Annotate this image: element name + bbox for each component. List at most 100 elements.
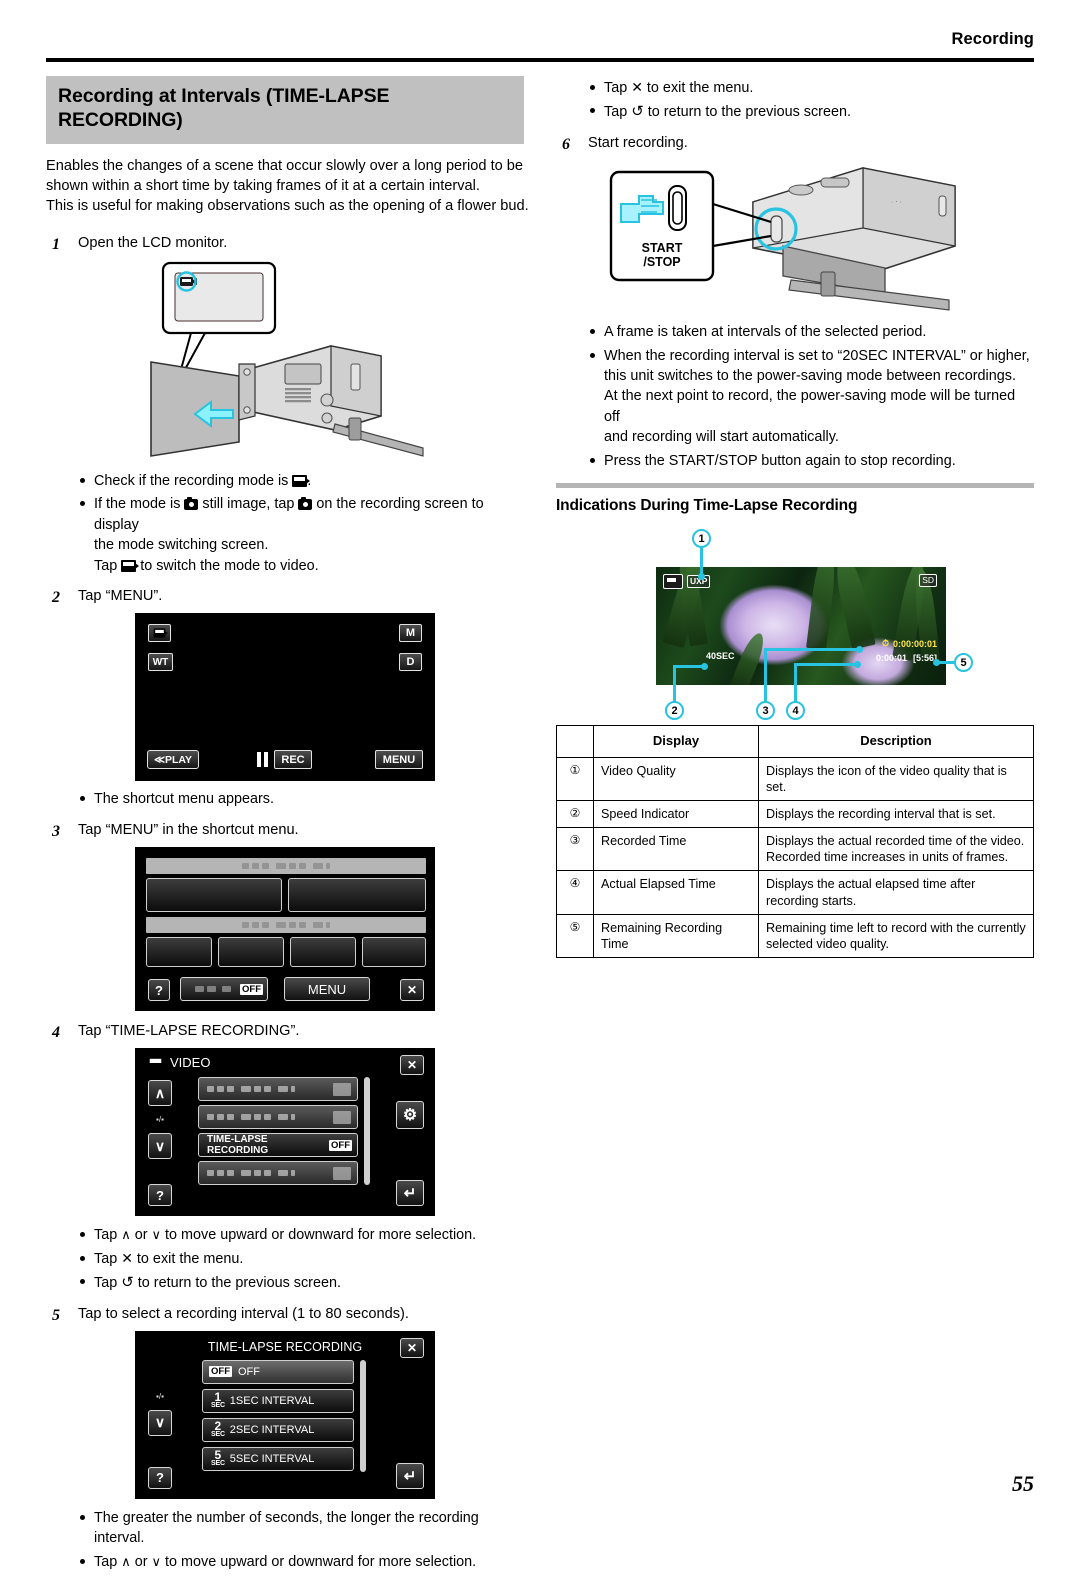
step-5-bullets: The greater the number of seconds, the l… bbox=[78, 1508, 524, 1572]
scroll-down-button[interactable]: ∨ bbox=[148, 1133, 172, 1160]
mode-icon-button[interactable] bbox=[148, 624, 171, 643]
pause-icon bbox=[257, 752, 268, 768]
interval-option-2sec[interactable]: 2 SEC 2SEC INTERVAL bbox=[202, 1417, 354, 1442]
subsection-divider bbox=[556, 483, 1034, 489]
step-2: 2 Tap “MENU”. bbox=[46, 586, 524, 607]
blurred-value bbox=[333, 1083, 351, 1097]
desc-line: Displays the actual recorded time of the… bbox=[766, 834, 1025, 849]
callout-2-leader-v bbox=[673, 665, 676, 703]
bullet-text-mid: still image, tap bbox=[198, 496, 299, 513]
scroll-up-button[interactable]: ∧ bbox=[148, 1080, 172, 1107]
intro-line-3: This is useful for making observations s… bbox=[46, 198, 529, 215]
bullet-return-previous: Tap ↺ to return to the previous screen. bbox=[588, 101, 1034, 122]
row-number: ④ bbox=[556, 870, 594, 915]
display-d-button[interactable]: D bbox=[399, 653, 422, 672]
step-5-text: Tap to select a recording interval (1 to… bbox=[78, 1305, 409, 1322]
shortcut-tile-6[interactable] bbox=[362, 937, 426, 968]
menu-button[interactable]: MENU bbox=[375, 750, 423, 770]
chevron-down-icon: ∨ bbox=[151, 1227, 162, 1243]
interval-option-1sec[interactable]: 1 SEC 1SEC INTERVAL bbox=[202, 1388, 354, 1413]
t: or bbox=[130, 1227, 152, 1244]
video-menu-mockup: VIDEO ✕ ∧ ▪/▪ ∨ ? TIME-LAPSE RECORDING O… bbox=[135, 1048, 435, 1217]
recording-screen-mockup: M WT D ≪PLAY REC MENU bbox=[135, 613, 435, 782]
callout-4-leader-h bbox=[794, 663, 858, 667]
shortcut-tile-4[interactable] bbox=[218, 937, 284, 968]
page-header: Recording bbox=[46, 30, 1034, 48]
close-icon[interactable]: ✕ bbox=[400, 1055, 424, 1076]
manual-mode-button[interactable]: M bbox=[399, 624, 422, 643]
table-row: ① Video Quality Displays the icon of the… bbox=[556, 756, 1034, 802]
header-display: Display bbox=[593, 725, 759, 758]
option-label: OFF bbox=[238, 1365, 260, 1378]
row-display: Speed Indicator bbox=[593, 800, 759, 829]
shortcut-tile-1[interactable] bbox=[146, 878, 282, 913]
bullet-cont-1: the mode switching screen. bbox=[94, 537, 269, 554]
bullet-frame-interval: A frame is taken at intervals of the sel… bbox=[588, 322, 1034, 342]
help-button[interactable]: ? bbox=[148, 979, 170, 1002]
callout-3: 3 bbox=[756, 701, 775, 721]
desc-line: Remaining time left to record with the c… bbox=[766, 920, 1026, 935]
shortcut-group-label-2 bbox=[146, 917, 426, 934]
row-number: ① bbox=[556, 756, 594, 802]
menu-item-time-lapse-recording[interactable]: TIME-LAPSE RECORDING OFF bbox=[198, 1133, 358, 1158]
row-description: Displays the icon of the video quality t… bbox=[758, 756, 1034, 802]
start-label: START bbox=[642, 241, 683, 255]
callout-1: 1 bbox=[692, 529, 711, 549]
row-description: Remaining time left to record with the c… bbox=[758, 913, 1034, 958]
t: to exit the menu. bbox=[132, 1250, 244, 1267]
bullet-scroll-updown: Tap ∧ or ∨ to move upward or downward fo… bbox=[78, 1225, 524, 1245]
cont-1: this unit switches to the power-saving m… bbox=[604, 367, 1016, 384]
desc-line: Displays the icon of the video quality t… bbox=[766, 763, 1007, 794]
shortcut-tile-2[interactable] bbox=[288, 878, 426, 913]
back-arrow-icon[interactable]: ↵ bbox=[396, 1180, 424, 1207]
row-display: Video Quality bbox=[593, 756, 759, 802]
interval-option-5sec[interactable]: 5 SEC 5SEC INTERVAL bbox=[202, 1446, 354, 1471]
close-icon[interactable]: ✕ bbox=[400, 979, 424, 1002]
intro-paragraph: Enables the changes of a scene that occu… bbox=[46, 156, 529, 217]
desc-line: selected video quality. bbox=[766, 936, 889, 951]
zoom-wt-button[interactable]: WT bbox=[148, 653, 173, 672]
back-arrow-icon[interactable]: ↵ bbox=[396, 1462, 424, 1489]
close-icon[interactable]: ✕ bbox=[400, 1337, 424, 1358]
callout-2: 2 bbox=[665, 701, 684, 721]
menu-item-row-2[interactable] bbox=[198, 1105, 358, 1130]
callout-3-leader-v bbox=[764, 648, 767, 703]
interval-option-off[interactable]: OFF OFF bbox=[202, 1359, 354, 1384]
shortcut-tile-3[interactable] bbox=[146, 937, 212, 968]
table-header-row: Display Description bbox=[556, 725, 1034, 758]
help-button[interactable]: ? bbox=[148, 1466, 172, 1489]
option-badge: 1 SEC bbox=[211, 1390, 225, 1410]
row-number: ⑤ bbox=[556, 913, 594, 958]
speed-indicator: 40SEC bbox=[706, 651, 735, 662]
scrollbar[interactable] bbox=[364, 1077, 370, 1186]
video-menu-title: VIDEO bbox=[170, 1055, 211, 1071]
help-button[interactable]: ? bbox=[148, 1184, 172, 1207]
shortcut-tile-5[interactable] bbox=[290, 937, 356, 968]
row-display: Actual Elapsed Time bbox=[593, 870, 759, 915]
menu-button[interactable]: MENU bbox=[284, 977, 370, 1002]
row-number: ③ bbox=[556, 827, 594, 872]
back-arrow-icon: ↺ bbox=[121, 1274, 134, 1292]
recorded-time: ⏱ 0:00:00:01 bbox=[882, 638, 937, 649]
left-column: Recording at Intervals (TIME-LAPSE RECOR… bbox=[46, 76, 529, 1582]
step-3: 3 Tap “MENU” in the shortcut menu. bbox=[46, 820, 524, 841]
play-button[interactable]: ≪PLAY bbox=[147, 750, 199, 770]
row-description: Displays the actual elapsed time after r… bbox=[758, 870, 1034, 915]
bullet-power-saving: When the recording interval is set to “2… bbox=[588, 346, 1034, 448]
off-toggle-button[interactable]: OFF bbox=[180, 977, 268, 1002]
option-label: 2SEC INTERVAL bbox=[229, 1423, 315, 1436]
t: to return to the previous screen. bbox=[643, 104, 851, 121]
step-2-number: 2 bbox=[52, 589, 60, 607]
gear-icon[interactable]: ⚙ bbox=[396, 1101, 424, 1130]
scrollbar[interactable] bbox=[360, 1359, 366, 1472]
chevron-down-icon: ∨ bbox=[151, 1553, 162, 1569]
close-icon: ✕ bbox=[631, 79, 643, 95]
step-4-bullets: Tap ∧ or ∨ to move upward or downward fo… bbox=[78, 1225, 524, 1293]
scroll-down-button[interactable]: ∨ bbox=[148, 1409, 172, 1436]
rec-button[interactable]: REC bbox=[274, 750, 312, 770]
t: to exit the menu. bbox=[642, 80, 754, 96]
menu-item-row-1[interactable] bbox=[198, 1077, 358, 1102]
menu-item-row-4[interactable] bbox=[198, 1161, 358, 1186]
step-1-bullets: Check if the recording mode is . If the … bbox=[78, 471, 524, 576]
bullet-return-previous: Tap ↺ to return to the previous screen. bbox=[78, 1272, 524, 1293]
